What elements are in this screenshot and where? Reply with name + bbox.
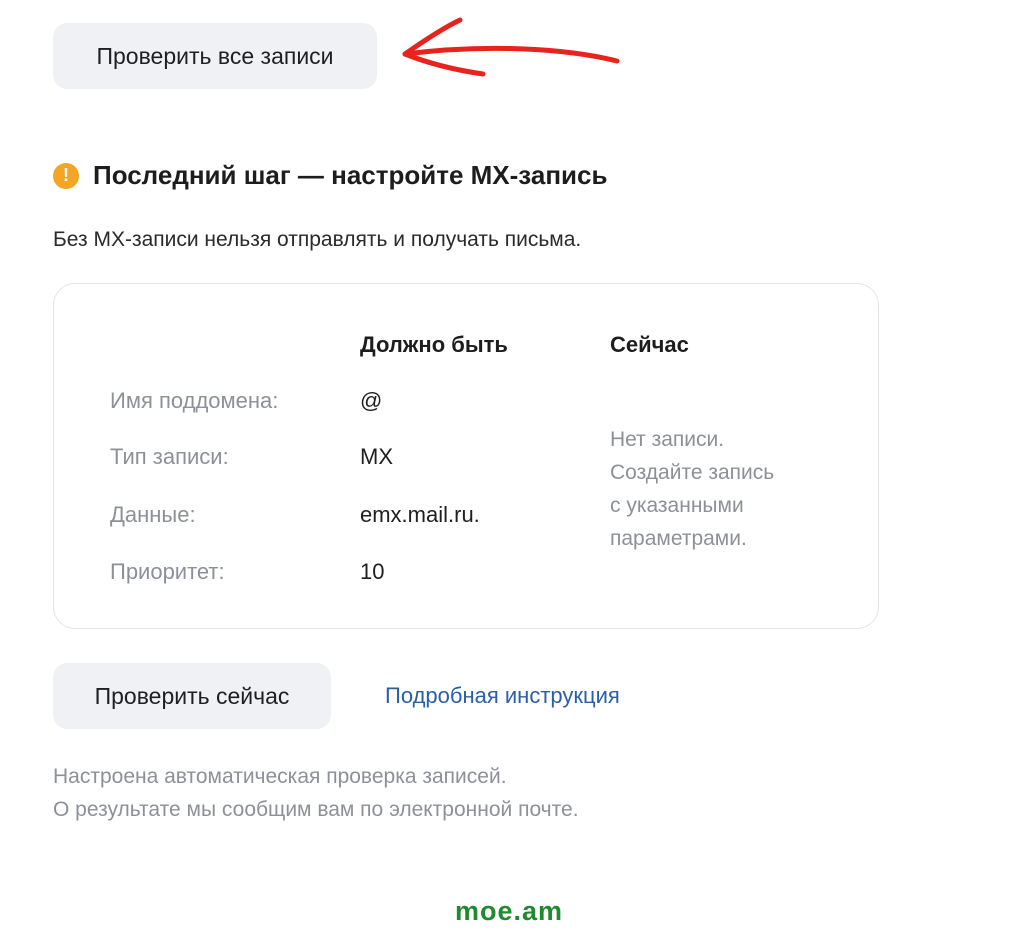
row-label-priority: Приоритет: — [110, 559, 225, 584]
auto-check-note-line: Настроена автоматическая проверка записе… — [53, 765, 507, 788]
auto-check-note-line: О результате мы сообщим вам по электронн… — [53, 798, 579, 821]
row-value-subdomain: @ — [360, 388, 383, 413]
section-title: Последний шаг — настройте MX-запись — [93, 160, 608, 190]
current-status-line: с указанными — [610, 494, 744, 517]
row-value-priority: 10 — [360, 559, 385, 584]
row-label-subdomain: Имя поддомена: — [110, 388, 279, 413]
current-status-text: Нет записи. Создайте запись с указанными… — [610, 423, 850, 555]
row-value-data: emx.mail.ru. — [360, 502, 480, 527]
exclamation-icon: ! — [53, 162, 79, 189]
row-label-data: Данные: — [110, 502, 196, 527]
section-subtitle: Без MX-записи нельзя отправлять и получа… — [53, 228, 582, 251]
mx-record-card: Должно быть Сейчас Имя поддомена: @ Тип … — [53, 283, 879, 629]
detailed-instruction-link[interactable]: Подробная инструкция — [385, 683, 620, 709]
check-all-records-button[interactable]: Проверить все записи — [53, 23, 377, 89]
section-heading: ! Последний шаг — настройте MX-запись — [53, 160, 607, 191]
watermark: moe.am — [455, 896, 564, 926]
column-header-should-be: Должно быть — [360, 332, 508, 357]
current-status-line: Нет записи. — [610, 428, 725, 451]
row-value-record-type: MX — [360, 444, 393, 469]
red-arrow-annotation — [402, 17, 620, 77]
current-status-line: параметрами. — [610, 527, 747, 550]
current-status-line: Создайте запись — [610, 461, 775, 484]
row-label-record-type: Тип записи: — [110, 444, 229, 469]
check-now-button[interactable]: Проверить сейчас — [53, 663, 331, 729]
auto-check-note: Настроена автоматическая проверка записе… — [53, 760, 579, 826]
column-header-now: Сейчас — [610, 332, 689, 357]
